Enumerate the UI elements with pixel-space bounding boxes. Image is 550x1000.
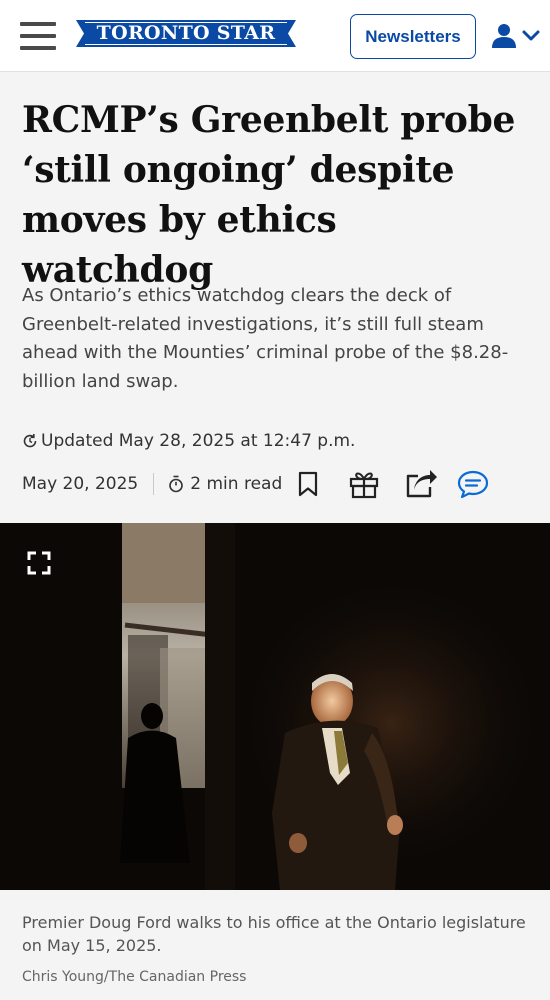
headline-line: RCMP’s Greenbelt probe <box>22 99 516 141</box>
read-time: 2 min read <box>168 474 282 494</box>
article-meta: May 20, 2025 2 min read <box>22 466 532 502</box>
gift-icon[interactable] <box>347 466 381 502</box>
hamburger-menu-icon[interactable] <box>20 22 56 50</box>
photo-credit: Chris Young/The Canadian Press <box>22 969 247 985</box>
user-account-icon[interactable] <box>490 22 544 50</box>
logo-text: TORONTO STAR <box>96 22 276 44</box>
article-deck: As Ontario’s ethics watchdog clears the … <box>22 285 509 392</box>
updated-timestamp: Updated May 28, 2025 at 12:47 p.m. <box>22 429 355 453</box>
toronto-star-logo[interactable]: TORONTO STAR <box>76 20 296 47</box>
read-time-text: 2 min read <box>190 474 283 494</box>
photo-scene <box>0 523 550 890</box>
publish-date: May 20, 2025 <box>22 474 139 494</box>
newsletters-button[interactable]: Newsletters <box>350 14 476 59</box>
refresh-clock-icon <box>23 434 37 448</box>
stopwatch-icon <box>169 475 184 493</box>
article-headline: RCMP’s Greenbelt probe ‘still ongoing’ d… <box>22 95 532 295</box>
updated-text: Updated May 28, 2025 at 12:47 p.m. <box>41 431 356 451</box>
article-photo[interactable] <box>0 523 550 890</box>
comments-icon[interactable] <box>457 466 489 502</box>
headline-line: ‘still ongoing’ despite <box>22 149 455 191</box>
bookmark-icon[interactable] <box>294 466 322 502</box>
photo-caption: Premier Doug Ford walks to his office at… <box>22 913 526 955</box>
headline-line: moves by ethics watchdog <box>22 199 337 291</box>
meta-divider <box>153 473 155 495</box>
fullscreen-expand-icon[interactable] <box>26 550 52 576</box>
site-header: TORONTO STAR Newsletters <box>0 0 550 72</box>
share-icon[interactable] <box>404 466 438 502</box>
